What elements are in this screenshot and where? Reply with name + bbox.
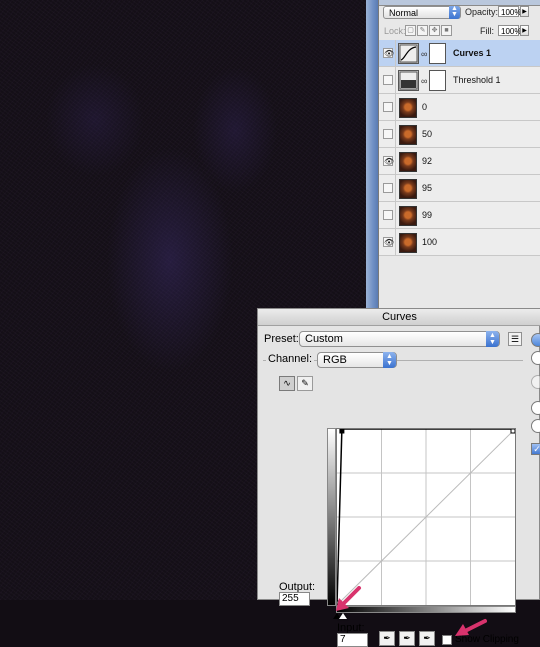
smooth-button[interactable] (531, 375, 540, 389)
divider (395, 229, 396, 256)
divider (395, 148, 396, 175)
layer-thumbnail[interactable] (399, 233, 417, 253)
layer-row-99[interactable]: 99 (379, 202, 540, 229)
fill-field[interactable]: 100% (498, 25, 521, 36)
layer-name: 92 (422, 156, 433, 166)
panel-border (366, 0, 378, 308)
preview-checkbox[interactable]: ✓ (531, 443, 540, 455)
select-arrows-icon: ▲ ▼ (486, 331, 499, 347)
blend-row: Normal ▲ ▼ Opacity: 100% ▶ (379, 0, 540, 22)
layer-row-threshold-1[interactable]: ∞ Threshold 1 (379, 67, 540, 94)
layer-name: Curves 1 (453, 48, 492, 58)
layer-name: 0 (422, 102, 428, 112)
show-clipping-checkbox[interactable] (442, 635, 452, 645)
curve-points-tool-icon[interactable]: ∿ (279, 376, 295, 391)
eye-icon[interactable]: 👁 (383, 156, 394, 166)
curves-adjustment-icon[interactable] (398, 43, 419, 64)
layer-mask-thumbnail[interactable] (429, 70, 446, 91)
eye-hidden-icon[interactable] (383, 102, 393, 112)
preset-options-icon[interactable]: ☰ (508, 332, 522, 346)
curve-graph-svg[interactable] (336, 428, 516, 606)
white-eyedropper-icon[interactable]: ✒ (419, 631, 435, 646)
options-button[interactable] (531, 419, 540, 433)
layer-row-95[interactable]: 95 (379, 175, 540, 202)
channel-select[interactable]: RGB ▲ ▼ (317, 352, 397, 368)
eye-hidden-icon[interactable] (383, 129, 393, 139)
eye-hidden-icon[interactable] (383, 183, 393, 193)
layer-name: 100 (422, 237, 438, 247)
divider (395, 67, 396, 94)
auto-button[interactable] (531, 401, 540, 415)
output-gradient-bar (327, 428, 336, 606)
layer-thumbnail[interactable] (399, 125, 417, 145)
layer-name: Threshold 1 (453, 75, 501, 85)
black-eyedropper-icon[interactable]: ✒ (379, 631, 395, 646)
curve-graph[interactable] (336, 428, 516, 606)
layer-row-50[interactable]: 50 (379, 121, 540, 148)
divider (395, 175, 396, 202)
preset-select[interactable]: Custom ▲ ▼ (299, 331, 500, 347)
lock-label: Lock: (384, 26, 406, 36)
blend-mode-select[interactable]: Normal ▲ ▼ (383, 5, 461, 19)
divider (395, 40, 396, 67)
lock-all-icon[interactable]: ■ (441, 25, 452, 36)
layer-list: 👁 ∞ Curves 1 ∞ Threshold 1 0 50 👁 92 95 … (379, 40, 540, 256)
opacity-label: Opacity: (465, 7, 499, 17)
fill-slider-button[interactable]: ▶ (520, 25, 529, 36)
eye-hidden-icon[interactable] (383, 75, 393, 85)
eye-icon[interactable]: 👁 (383, 237, 394, 247)
lock-transparent-icon[interactable]: ▢ (405, 25, 416, 36)
divider (395, 202, 396, 229)
annotation-arrow-icon (336, 586, 361, 611)
gray-eyedropper-icon[interactable]: ✒ (399, 631, 415, 646)
dialog-title[interactable]: Curves (258, 309, 540, 326)
layer-row-100[interactable]: 👁 100 (379, 229, 540, 256)
layer-thumbnail[interactable] (399, 152, 417, 172)
link-icon[interactable]: ∞ (421, 49, 427, 59)
layer-thumbnail[interactable] (399, 98, 417, 118)
layer-name: 50 (422, 129, 433, 139)
layer-name: 99 (422, 210, 433, 220)
divider (395, 121, 396, 148)
select-arrows-icon: ▲ ▼ (383, 352, 396, 368)
curve-control-point[interactable] (339, 428, 345, 434)
layer-mask-thumbnail[interactable] (429, 43, 446, 64)
threshold-adjustment-icon[interactable] (398, 70, 419, 91)
opacity-slider-button[interactable]: ▶ (520, 6, 529, 17)
layer-row-curves-1[interactable]: 👁 ∞ Curves 1 (379, 40, 540, 67)
annotation-arrow-icon (455, 619, 487, 636)
curve-control-point[interactable] (510, 428, 516, 434)
pencil-tool-icon[interactable]: ✎ (297, 376, 313, 391)
preset-label: Preset: (264, 333, 299, 345)
input-gradient-bar (336, 606, 516, 613)
preset-value: Custom (305, 333, 343, 345)
opacity-field[interactable]: 100% (498, 6, 521, 17)
lock-position-icon[interactable]: ✥ (429, 25, 440, 36)
fill-label: Fill: (480, 26, 494, 36)
channel-label: Channel: (266, 353, 315, 365)
input-field[interactable]: 7 (337, 633, 368, 647)
layers-panel: Normal ▲ ▼ Opacity: 100% ▶ Lock: ▢ ✎ ✥ ■ … (378, 0, 540, 308)
select-arrows-icon: ▲ ▼ (449, 5, 460, 19)
lock-buttons: ▢ ✎ ✥ ■ (405, 25, 452, 36)
eye-icon[interactable]: 👁 (383, 48, 394, 58)
divider (395, 94, 396, 121)
layer-thumbnail[interactable] (399, 179, 417, 199)
output-field[interactable]: 255 (279, 592, 310, 606)
layer-thumbnail[interactable] (399, 206, 417, 226)
cancel-button[interactable] (531, 351, 540, 365)
channel-value: RGB (323, 354, 347, 366)
channel-group: Channel: RGB ▲ ▼ ∿ ✎ Output: 255 Input: … (263, 352, 523, 647)
layer-row-0[interactable]: 0 (379, 94, 540, 121)
layer-name: 95 (422, 183, 433, 193)
layer-row-92[interactable]: 👁 92 (379, 148, 540, 175)
eye-hidden-icon[interactable] (383, 210, 393, 220)
lock-image-icon[interactable]: ✎ (417, 25, 428, 36)
curves-dialog: Curves Preset: Custom ▲ ▼ ☰ Channel: RGB … (257, 308, 540, 647)
link-icon[interactable]: ∞ (421, 76, 427, 86)
ok-button[interactable] (531, 333, 540, 347)
blend-mode-value: Normal (389, 8, 419, 18)
